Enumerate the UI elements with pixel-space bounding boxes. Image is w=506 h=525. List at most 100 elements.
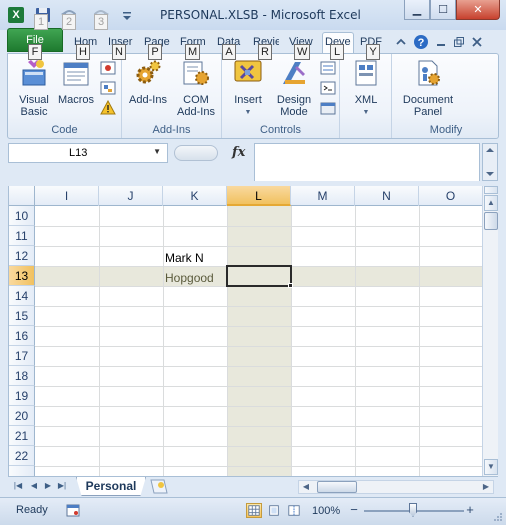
insert-function-icon[interactable]: fx (232, 145, 245, 160)
last-sheet-icon[interactable]: ▶| (56, 480, 68, 492)
group-modify-label: Modify (429, 124, 463, 136)
run-dialog-icon[interactable] (320, 100, 336, 116)
help-icon[interactable]: ? (413, 34, 429, 50)
properties-icon[interactable] (320, 60, 336, 76)
horizontal-scroll-thumb[interactable] (317, 481, 357, 493)
visual-basic-button[interactable]: Visual Basic (12, 58, 56, 118)
collapse-ribbon-icon[interactable] (395, 36, 407, 48)
column-header-l[interactable]: L (227, 186, 291, 206)
select-all-corner[interactable] (9, 186, 35, 206)
row-header-14[interactable]: 14 (9, 286, 35, 306)
maximize-button[interactable]: ☐ (430, 0, 456, 20)
macro-security-icon[interactable] (100, 100, 116, 116)
document-panel-label-1: Document (402, 94, 454, 106)
window-controls: ▁ ☐ ✕ (404, 0, 500, 20)
next-sheet-icon[interactable]: ▶ (42, 480, 54, 492)
visual-basic-label-1: Visual (19, 94, 49, 106)
visual-basic-label-2: Basic (20, 106, 48, 118)
scroll-down-button[interactable]: ▼ (484, 459, 498, 475)
keytip-file: F (28, 44, 42, 60)
column-header-m[interactable]: M (291, 186, 355, 206)
zoom-in-button[interactable]: + (462, 502, 478, 518)
row-header-15[interactable]: 15 (9, 306, 35, 326)
xml-icon (355, 60, 377, 86)
row-header-17[interactable]: 17 (9, 346, 35, 366)
sheet-tabs-bar: |◀ ◀ ▶ ▶| Personal ◀ ▶ (8, 476, 498, 496)
cell-k13[interactable]: Hopgood (165, 268, 214, 288)
page-layout-view-icon[interactable] (266, 503, 282, 518)
first-sheet-icon[interactable]: |◀ (12, 480, 24, 492)
macros-button[interactable]: Macros (56, 58, 96, 106)
macros-label: Macros (57, 94, 95, 106)
workbook-minimize-icon[interactable] (435, 36, 447, 48)
column-headers: I J K L M N O (9, 186, 482, 206)
addins-button[interactable]: Add-Ins (126, 58, 170, 106)
formula-pill-handle[interactable] (174, 145, 218, 161)
gridline (35, 246, 482, 247)
column-header-i[interactable]: I (35, 186, 99, 206)
insert-control-label: Insert (234, 94, 262, 106)
row-header-13[interactable]: 13 (9, 266, 35, 286)
split-box-vertical[interactable] (484, 186, 498, 194)
zoom-slider-thumb[interactable] (409, 503, 417, 517)
scroll-up-button[interactable]: ▲ (484, 195, 498, 211)
keytip-pdf: Y (366, 44, 380, 60)
record-macro-icon[interactable] (100, 60, 116, 76)
row-header-10[interactable]: 10 (9, 206, 35, 226)
insert-control-button[interactable]: Insert ▼ (226, 58, 270, 119)
fill-handle[interactable] (288, 283, 293, 288)
column-header-o[interactable]: O (419, 186, 482, 206)
resize-grip-icon[interactable] (493, 512, 503, 522)
gridline (35, 366, 482, 367)
formula-bar-expand[interactable] (482, 143, 498, 181)
row-header-21[interactable]: 21 (9, 426, 35, 446)
row-header-22[interactable]: 22 (9, 446, 35, 466)
normal-view-icon[interactable] (246, 503, 262, 518)
worksheet-grid[interactable]: I J K L M N O 10 11 12 13 14 15 16 17 18… (8, 186, 482, 476)
cell-k12[interactable]: Mark N (165, 248, 204, 268)
name-box-dropdown-icon[interactable]: ▼ (153, 147, 161, 156)
column-header-j[interactable]: J (99, 186, 163, 206)
document-panel-button[interactable]: Document Panel (400, 58, 456, 118)
row-header-partial[interactable] (9, 466, 35, 476)
row-header-18[interactable]: 18 (9, 366, 35, 386)
keytip-undo: 2 (62, 14, 76, 30)
vertical-scrollbar[interactable]: ▲ ▼ (482, 186, 498, 476)
insert-worksheet-icon[interactable] (148, 478, 170, 495)
row-header-19[interactable]: 19 (9, 386, 35, 406)
minimize-button[interactable]: ▁ (404, 0, 430, 20)
workbook-restore-icon[interactable] (453, 36, 465, 48)
row-header-11[interactable]: 11 (9, 226, 35, 246)
column-header-k[interactable]: K (163, 186, 227, 206)
gridline (35, 306, 482, 307)
horizontal-scrollbar[interactable]: ◀ ▶ (298, 480, 494, 494)
close-button[interactable]: ✕ (456, 0, 500, 20)
name-box[interactable]: L13 ▼ (8, 143, 168, 163)
view-code-icon[interactable] (320, 80, 336, 96)
excel-app-icon[interactable]: X (8, 7, 24, 23)
vertical-scroll-thumb[interactable] (484, 212, 498, 230)
scroll-left-button[interactable]: ◀ (299, 481, 313, 493)
prev-sheet-icon[interactable]: ◀ (28, 480, 40, 492)
zoom-out-button[interactable]: − (346, 502, 362, 518)
design-mode-button[interactable]: Design Mode (272, 58, 316, 118)
page-break-view-icon[interactable] (286, 503, 302, 518)
customize-qat-icon[interactable] (120, 6, 134, 24)
macro-recording-icon[interactable] (66, 504, 80, 517)
zoom-level[interactable]: 100% (312, 505, 340, 517)
row-header-20[interactable]: 20 (9, 406, 35, 426)
row-header-16[interactable]: 16 (9, 326, 35, 346)
row-header-12[interactable]: 12 (9, 246, 35, 266)
keytip-formulas: M (185, 44, 201, 60)
column-header-n[interactable]: N (355, 186, 419, 206)
active-cell-l13[interactable] (226, 265, 292, 287)
document-panel-label-2: Panel (413, 106, 443, 118)
addins-label: Add-Ins (129, 94, 167, 106)
formula-input[interactable] (254, 143, 480, 181)
workbook-close-icon[interactable] (471, 36, 483, 48)
com-addins-button[interactable]: COM Add-Ins (174, 58, 218, 118)
scroll-right-button[interactable]: ▶ (479, 481, 493, 493)
xml-button[interactable]: XML ▼ (344, 58, 388, 119)
relative-references-icon[interactable] (100, 80, 116, 96)
sheet-tab-personal[interactable]: Personal (76, 477, 146, 496)
